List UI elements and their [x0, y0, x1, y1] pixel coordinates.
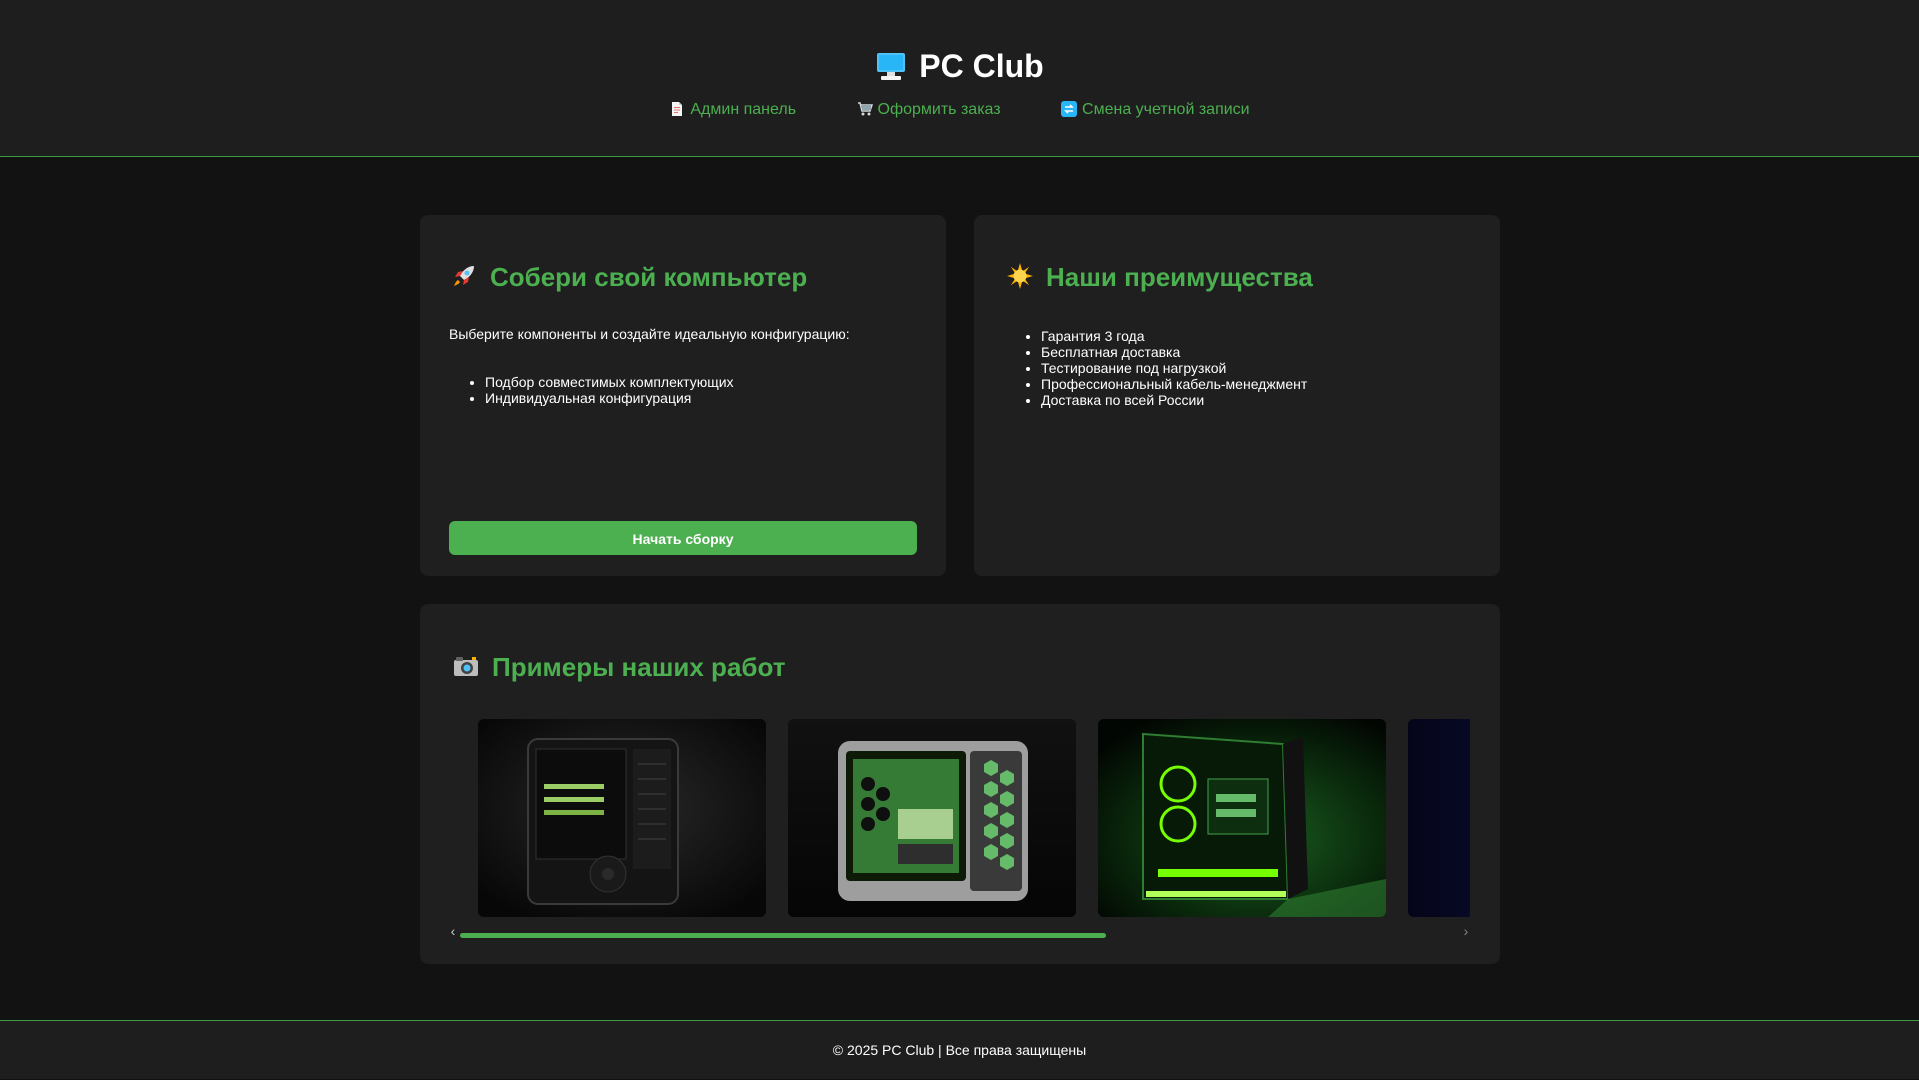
list-item: Доставка по всей России [1041, 392, 1307, 408]
sun-icon [1007, 263, 1033, 289]
green-rgb-pc-case-photo [1098, 719, 1386, 917]
nav-link-admin-panel[interactable]: Админ панель [669, 98, 796, 122]
brand-name: PC Club [919, 48, 1044, 84]
nav-label: Админ панель [690, 101, 797, 118]
card-title: Наши преимущества [1006, 259, 1313, 295]
portfolio-gallery-card: Примеры наших работ ‹ › [420, 604, 1500, 964]
gallery-image-blue-case[interactable] [1408, 719, 1470, 917]
footer-copyright: © 2025 PC Club | Все права защищены [832, 1042, 1087, 1058]
list-item: Тестирование под нагрузкой [1041, 360, 1307, 376]
build-pc-card: Собери свой компьютер Выберите компонент… [420, 215, 946, 576]
gallery-title: Примеры наших работ [492, 652, 786, 682]
advantages-card: Наши преимущества Гарантия 3 года Беспла… [974, 215, 1500, 576]
cart-icon [857, 102, 873, 116]
start-build-button[interactable]: Начать сборку [449, 521, 917, 555]
card-title: Собери свой компьютер [450, 259, 807, 295]
nav-link-switch-account[interactable]: Смена учетной записи [1061, 98, 1250, 122]
nav-label: Оформить заказ [877, 101, 1001, 118]
advantages-list: Гарантия 3 года Бесплатная доставка Тест… [1005, 328, 1307, 408]
build-intro: Выберите компоненты и создайте идеальную… [449, 326, 850, 342]
site-header: PC Club Админ панель Оформить заказ Смен… [0, 0, 1919, 157]
green-hex-pc-case-photo [788, 719, 1076, 917]
gallery-image-green-hex-case[interactable] [788, 719, 1076, 917]
gallery-image-green-rgb-case[interactable] [1098, 719, 1386, 917]
list-item: Подбор совместимых комплектующих [485, 374, 734, 390]
main-nav: Админ панель Оформить заказ Смена учетно… [0, 98, 1919, 122]
nav-link-place-order[interactable]: Оформить заказ [857, 98, 1001, 122]
list-item: Гарантия 3 года [1041, 328, 1307, 344]
black-pc-case-photo [478, 719, 766, 917]
blue-pc-case-photo [1408, 719, 1470, 917]
build-title: Собери свой компьютер [490, 262, 808, 292]
desktop-computer-icon [877, 53, 906, 80]
list-item: Индивидуальная конфигурация [485, 390, 734, 406]
list-item: Профессиональный кабель-менеджмент [1041, 376, 1307, 392]
site-footer: © 2025 PC Club | Все права защищены [0, 1020, 1919, 1079]
rocket-icon [454, 266, 474, 286]
build-features-list: Подбор совместимых комплектующих Индивид… [449, 374, 734, 406]
page-icon [672, 102, 683, 116]
switch-arrows-icon [1061, 101, 1078, 117]
gallery-scroll-right-arrow[interactable]: › [1460, 924, 1472, 938]
list-item: Бесплатная доставка [1041, 344, 1307, 360]
gallery-image-black-case[interactable] [478, 719, 766, 917]
site-brand: PC Club [0, 44, 1919, 88]
camera-icon [454, 657, 478, 676]
gallery-scroll-left-arrow[interactable]: ‹ [447, 924, 459, 938]
gallery-scrollbar-thumb[interactable] [460, 933, 1106, 938]
nav-label: Смена учетной записи [1082, 101, 1250, 118]
card-title: Примеры наших работ [452, 649, 785, 685]
advantages-title: Наши преимущества [1046, 262, 1313, 292]
gallery-track[interactable] [478, 719, 1470, 917]
